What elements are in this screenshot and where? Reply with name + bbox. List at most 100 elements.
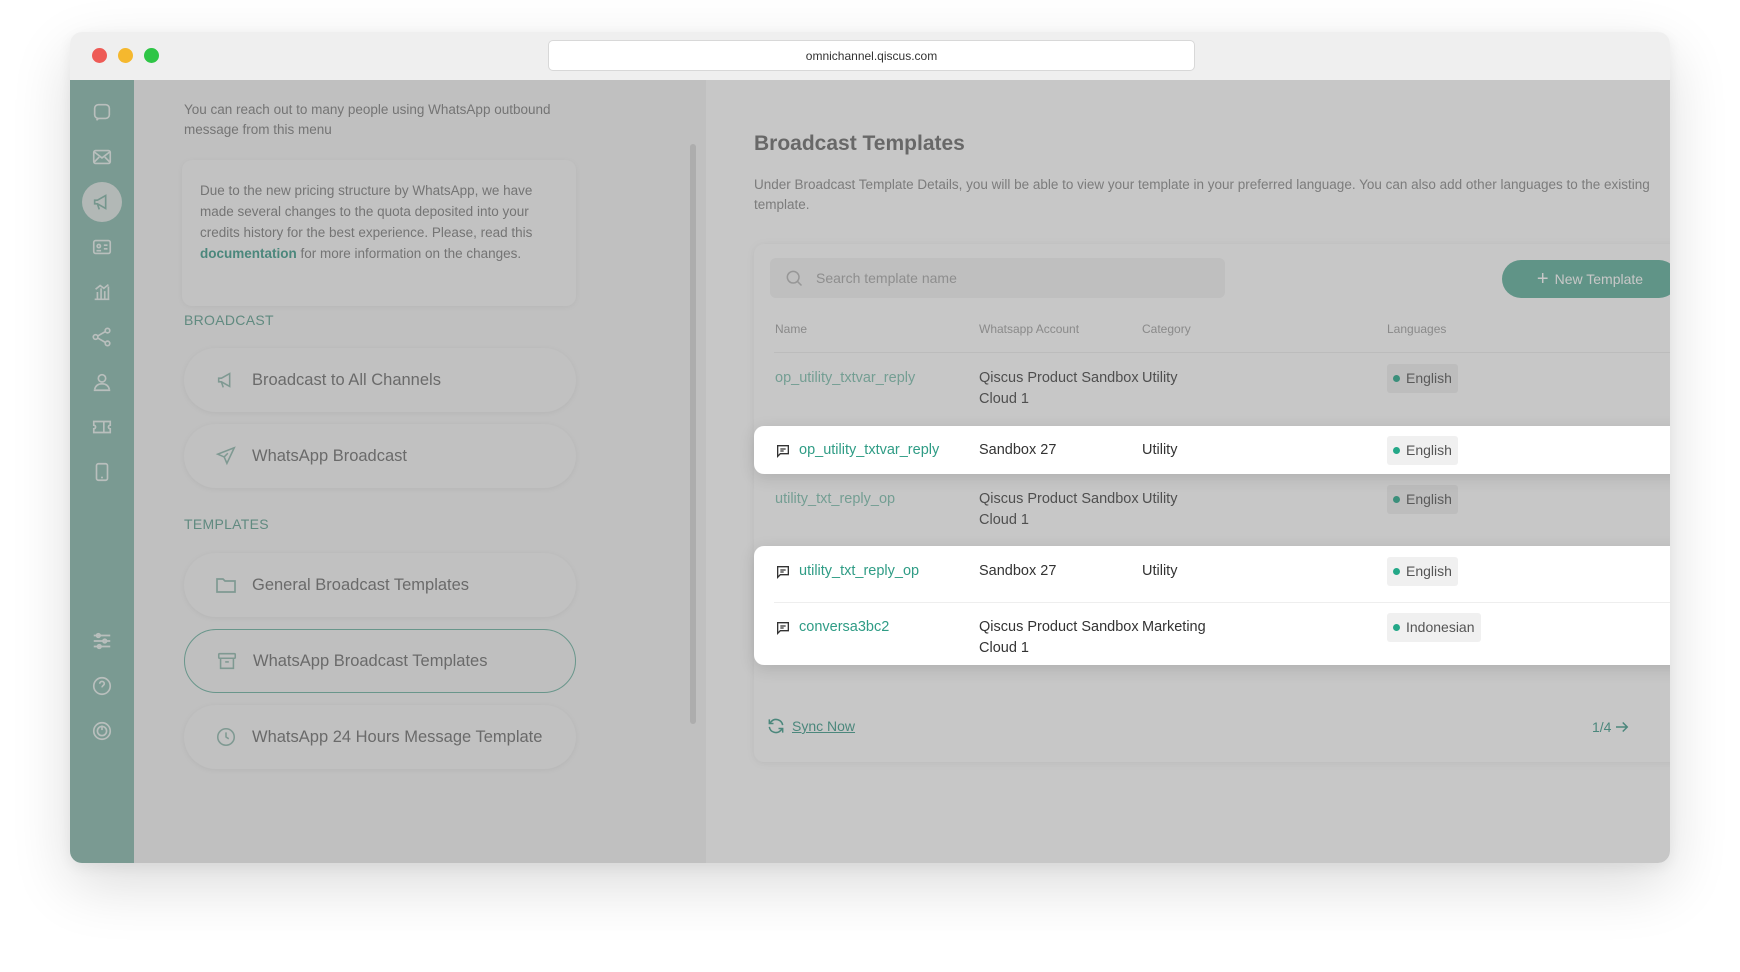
icon-rail: [70, 80, 134, 863]
menu-item-label: WhatsApp Broadcast: [252, 446, 407, 465]
page-description: Under Broadcast Template Details, you wi…: [754, 177, 1650, 212]
highlighted-rows-2: utility_txt_reply_op Sandbox 27 Utility …: [754, 546, 1670, 665]
category: Utility: [1142, 370, 1178, 386]
titlebar: omnichannel.qiscus.com: [70, 32, 1670, 80]
notice-text-end: for more information on the changes.: [296, 246, 522, 261]
menu-item-label: WhatsApp 24 Hours Message Template: [252, 727, 543, 746]
template-name[interactable]: utility_txt_reply_op: [799, 561, 919, 582]
sync-now-button[interactable]: Sync Now: [766, 716, 855, 736]
menu-scrollbar[interactable]: [690, 144, 696, 724]
pricing-notice: Due to the new pricing structure by What…: [182, 160, 576, 306]
templates-section-label: TEMPLATES: [184, 516, 269, 532]
user-icon: [93, 373, 111, 392]
page-indicator: 1/4: [1592, 719, 1612, 735]
notice-text: Due to the new pricing structure by What…: [200, 183, 533, 240]
new-template-label: New Template: [1554, 271, 1644, 287]
language-badge: English: [1387, 436, 1458, 465]
help-icon: [92, 676, 112, 696]
search-input[interactable]: [816, 270, 1196, 286]
new-template-button[interactable]: + New Template: [1502, 260, 1670, 298]
message-icon: [777, 566, 789, 579]
row-divider: [774, 602, 1670, 603]
power-icon: [92, 721, 112, 741]
whatsapp-broadcast-button[interactable]: WhatsApp Broadcast: [184, 424, 576, 488]
broadcast-section-label: BROADCAST: [184, 312, 274, 328]
close-window-button[interactable]: [92, 48, 107, 63]
account-name: Sandbox 27: [979, 563, 1057, 579]
page-title: Broadcast Templates: [754, 132, 965, 155]
menu-item-label: General Broadcast Templates: [252, 575, 470, 594]
rail-logout[interactable]: [82, 711, 122, 751]
rail-analytics[interactable]: [82, 272, 122, 312]
broadcast-menu: You can reach out to many people using W…: [134, 80, 706, 863]
status-dot: [1393, 568, 1400, 575]
rail-contacts[interactable]: [82, 227, 122, 267]
rail-agents[interactable]: [82, 362, 122, 402]
template-name[interactable]: op_utility_txtvar_reply: [799, 440, 939, 461]
menu-item-label: Broadcast to All Channels: [252, 370, 441, 389]
account-name: Qiscus Product Sandbox Cloud 1: [979, 370, 1139, 407]
column-category: Category: [1142, 322, 1191, 336]
template-name[interactable]: conversa3bc2: [799, 617, 889, 638]
bar-chart-icon: [94, 284, 110, 301]
search-box[interactable]: [770, 258, 1225, 298]
search-icon: [786, 270, 803, 287]
message-icon: [777, 622, 789, 635]
documentation-link[interactable]: documentation: [200, 246, 297, 261]
account-name: Qiscus Product Sandbox Cloud 1: [979, 619, 1139, 656]
language-badge: Indonesian: [1387, 613, 1481, 642]
language-badge: English: [1387, 364, 1458, 393]
megaphone-icon: [93, 194, 107, 210]
message-icon: [777, 445, 789, 458]
broadcast-all-channels-button[interactable]: Broadcast to All Channels: [184, 348, 576, 412]
maximize-window-button[interactable]: [144, 48, 159, 63]
rail-settings[interactable]: [82, 621, 122, 661]
rail-help[interactable]: [82, 666, 122, 706]
sliders-icon: [93, 632, 111, 650]
account-name: Sandbox 27: [979, 442, 1057, 458]
ticket-icon: [92, 420, 112, 434]
whatsapp-24-hours-template-button[interactable]: WhatsApp 24 Hours Message Template: [184, 705, 576, 769]
template-name[interactable]: utility_txt_reply_op: [775, 489, 895, 510]
mobile-icon: [95, 462, 109, 482]
language-badge: English: [1387, 557, 1458, 586]
id-card-icon: [92, 239, 112, 255]
rail-mobile[interactable]: [82, 452, 122, 492]
column-name: Name: [775, 322, 808, 336]
minimize-window-button[interactable]: [118, 48, 133, 63]
app-area: You can reach out to many people using W…: [70, 80, 1670, 863]
status-dot: [1393, 496, 1400, 503]
folder-icon: [214, 573, 238, 597]
account-name: Qiscus Product Sandbox Cloud 1: [979, 491, 1139, 528]
rail-tickets[interactable]: [82, 407, 122, 447]
browser-window: omnichannel.qiscus.com You can reach out…: [70, 32, 1670, 863]
mail-icon: [92, 149, 112, 165]
address-bar[interactable]: omnichannel.qiscus.com: [548, 40, 1195, 71]
archive-icon: [215, 649, 239, 673]
sync-now-label: Sync Now: [792, 718, 856, 734]
plus-icon: +: [1536, 268, 1549, 290]
category: Utility: [1142, 563, 1178, 579]
category: Utility: [1142, 491, 1178, 507]
general-broadcast-templates-button[interactable]: General Broadcast Templates: [184, 553, 576, 617]
arrow-right-icon[interactable]: [1613, 718, 1631, 736]
rail-mail[interactable]: [82, 137, 122, 177]
table-header: Name Whatsapp Account Category Languages: [754, 322, 1670, 342]
language-badge: English: [1387, 485, 1458, 514]
menu-item-label: WhatsApp Broadcast Templates: [253, 651, 488, 670]
send-icon: [214, 444, 238, 468]
rail-broadcast[interactable]: [82, 182, 122, 222]
whatsapp-broadcast-templates-button[interactable]: WhatsApp Broadcast Templates: [184, 629, 576, 693]
templates-card: + New Template Name Whatsapp Account Cat…: [754, 244, 1670, 762]
category: Marketing: [1142, 619, 1206, 635]
pagination[interactable]: 1/4: [1592, 718, 1631, 736]
share-nodes-icon: [92, 327, 111, 347]
column-account: Whatsapp Account: [979, 322, 1080, 336]
chat-icon: [93, 103, 111, 121]
refresh-icon: [768, 718, 784, 734]
header-divider: [774, 352, 1670, 353]
rail-integrations[interactable]: [82, 317, 122, 357]
rail-inbox[interactable]: [82, 92, 122, 132]
megaphone-icon: [214, 368, 238, 392]
template-name[interactable]: op_utility_txtvar_reply: [775, 368, 915, 389]
